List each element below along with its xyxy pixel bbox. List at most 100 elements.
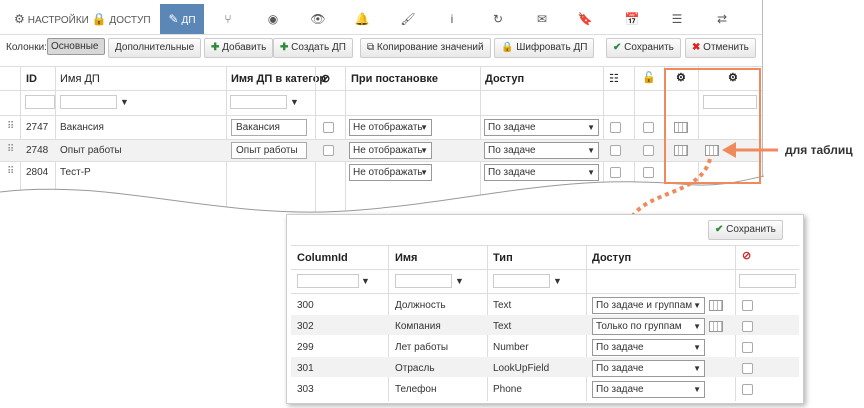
row-type: LookUpField [493,363,550,374]
row-checkbox[interactable] [742,342,753,353]
filter-column-id-input[interactable] [297,274,359,288]
chevron-down-icon: ▼ [420,123,428,132]
col-header-name-category[interactable]: Имя ДП в категор [231,73,326,85]
row-checkbox[interactable] [742,321,753,332]
access-select[interactable]: По задаче и группам ▼ [592,297,705,314]
tab-bar: ⚙ НАСТРОЙКИ 🔒 ДОСТУП ✎ ДП ⑂ ◉ 👁 🔔 🖌 i ↻ ✉ 🔖 📅 ☰ ⇄ [0,0,762,35]
table-icon[interactable] [709,300,723,311]
row-name: Телефон [395,384,437,395]
bell-icon: 🔔 [354,12,370,26]
encrypt-dp-button[interactable]: 🔒 Шифровать ДП [494,38,595,58]
row-checkbox[interactable] [742,384,753,395]
lock-checkbox[interactable] [643,122,654,133]
plus-icon: ✚ [211,42,220,53]
tab-bookmark[interactable]: 🔖 [565,4,605,34]
sync-icon: ⇄ [716,12,728,26]
hidden-checkbox[interactable] [323,145,334,156]
select-value: По задаче и группам [596,300,693,311]
access-select[interactable]: По задаче ▼ [592,381,705,398]
create-dp-button[interactable]: ✚ Создать ДП [273,38,353,58]
copy-values-label: Копирование значений [376,42,484,53]
select-value: По задаче [488,145,536,156]
row-name: Компания [395,321,441,332]
hidden-checkbox[interactable] [323,122,334,133]
tab-mail[interactable]: ✉ [522,4,562,34]
access-select[interactable]: Только по группам ▼ [592,318,705,335]
tab-dp[interactable]: ✎ ДП [160,4,204,34]
brush-icon: 🖌 [400,12,416,26]
access-select[interactable]: По задаче ▼ [592,339,705,356]
row-name: Опыт работы [60,145,122,156]
tab-brush[interactable]: 🖌 [388,4,428,34]
filter-extra-input[interactable] [739,274,796,288]
sub-save-button[interactable]: ✔ Сохранить [708,220,783,240]
chevron-down-icon: ▼ [693,301,701,310]
tab-view[interactable]: 👁 [298,4,338,34]
col-header-on-set[interactable]: При постановке [351,73,438,85]
access-select[interactable]: По задаче ▼ [484,119,599,136]
row-column-id: 300 [297,300,314,311]
sliders-icon: ☷ [609,73,619,85]
row-id: 2747 [26,122,49,133]
tab-label: ДП [181,15,196,26]
col-header-access[interactable]: Доступ [485,73,524,85]
tab-access[interactable]: 🔒 ДОСТУП [88,4,154,34]
col-header-name[interactable]: Имя [395,252,417,264]
row-checkbox[interactable] [742,300,753,311]
tab-database[interactable]: ☰ [657,4,697,34]
name-category-input[interactable]: Опыт работы [231,142,307,159]
filter-name-category-input[interactable] [230,95,287,109]
on-set-select[interactable]: Не отображать ▼ [349,119,432,136]
cancel-button[interactable]: ✖ Отменить [685,38,756,58]
select-value: Только по группам [596,321,682,332]
filter-icon[interactable]: ▼ [290,97,300,107]
drag-handle-icon[interactable]: ⠿ [7,121,14,132]
col-header-name[interactable]: Имя ДП [60,73,100,85]
on-set-select[interactable]: Не отображать ▼ [349,142,432,159]
filter-icon[interactable]: ▼ [120,97,130,107]
option-checkbox[interactable] [610,122,621,133]
access-select[interactable]: По задаче ▼ [592,360,705,377]
copy-values-button[interactable]: ⧉ Копирование значений [360,38,491,58]
filter-type-input[interactable] [493,274,550,288]
tab-settings[interactable]: ⚙ НАСТРОЙКИ [14,4,89,34]
row-id: 2748 [26,145,49,156]
row-checkbox[interactable] [742,363,753,374]
row-name: Отрасль [395,363,435,374]
save-button[interactable]: ✔ Сохранить [606,38,681,58]
row-type: Text [493,321,512,332]
filter-icon[interactable]: ▼ [361,276,371,286]
tab-refresh[interactable]: ↻ [478,4,518,34]
name-category-input[interactable]: Вакансия [231,119,307,136]
col-header-type[interactable]: Тип [493,252,513,264]
drag-handle-icon[interactable]: ⠿ [7,144,14,155]
access-select[interactable]: По задаче ▼ [484,142,599,159]
table-icon[interactable] [709,321,723,332]
tab-sync[interactable]: ⇄ [702,4,742,34]
filter-name-input[interactable] [395,274,452,288]
basic-columns-button[interactable]: Основные [47,38,106,55]
col-header-column-id[interactable]: ColumnId [297,252,348,264]
additional-columns-button[interactable]: Дополнительные [108,38,202,58]
row-type: Number [493,342,529,353]
calendar-icon: 📅 [624,12,640,26]
tab-label: НАСТРОЙКИ [27,15,89,26]
col-header-id[interactable]: ID [26,73,37,85]
branch-icon: ⑂ [224,12,232,26]
filter-icon[interactable]: ▼ [455,276,465,286]
no-access-icon: ⊘ [742,250,752,262]
tab-bell[interactable]: 🔔 [342,4,382,34]
col-header-access[interactable]: Доступ [592,252,631,264]
filter-icon[interactable]: ▼ [553,276,563,286]
unlock-icon: 🔓 [642,72,656,84]
row-type: Phone [493,384,522,395]
filter-name-input[interactable] [60,95,117,109]
tab-info[interactable]: i [432,4,472,34]
tab-branch[interactable]: ⑂ [208,4,248,34]
select-value: По задаче [596,342,644,353]
tab-calendar[interactable]: 📅 [612,4,652,34]
filter-id-input[interactable] [25,95,55,109]
bookmark-icon: 🔖 [577,12,593,26]
tab-play[interactable]: ◉ [253,4,293,34]
add-button[interactable]: ✚ Добавить [204,38,274,58]
